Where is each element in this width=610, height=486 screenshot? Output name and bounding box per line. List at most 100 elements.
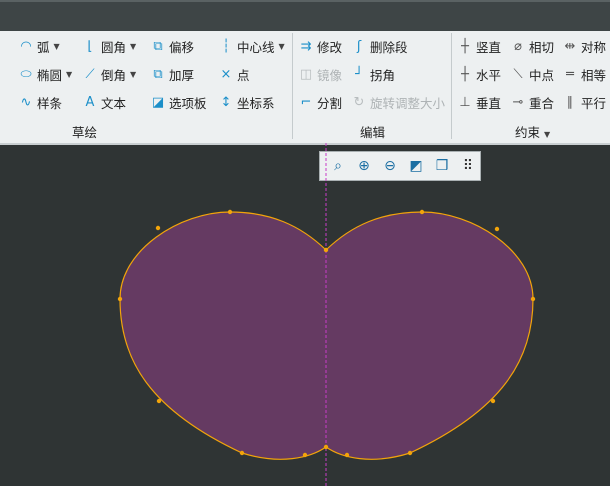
mirror-icon: ◫ (299, 66, 313, 82)
group-label-sketch: 草绘 (72, 125, 98, 140)
tool-parallel[interactable]: ∥ 平行 (562, 92, 606, 112)
tool-tangent[interactable]: ⌀ 相切 (510, 36, 554, 56)
tool-vertical[interactable]: ┼ 竖直 (457, 36, 501, 56)
spline-point[interactable] (323, 247, 329, 253)
tool-equal[interactable]: ═ 相等 (562, 64, 606, 84)
point-icon: × (220, 66, 232, 82)
tool-thicken[interactable]: ⧉ 加厚 (150, 64, 194, 84)
tool-label: 相切 (529, 39, 555, 55)
tool-arc[interactable]: ◠ 弧 ▼ (18, 36, 60, 56)
dropdown-arrow-icon[interactable]: ▼ (130, 42, 136, 51)
coordinate-system-icon: ↕ (220, 94, 232, 110)
tangent-icon: ⌀ (514, 38, 522, 54)
tool-label: 拐角 (370, 67, 396, 83)
group-divider (451, 33, 452, 139)
tool-label: 平行 (581, 95, 607, 111)
tool-perpendicular[interactable]: ⊥ 垂直 (457, 92, 501, 112)
tool-symmetric[interactable]: ⇹ 对称 (562, 36, 606, 56)
thicken-icon: ⧉ (153, 66, 163, 82)
arc-icon: ◠ (20, 38, 32, 54)
tool-coordinate-system[interactable]: ↕ 坐标系 (218, 92, 275, 112)
sketch-canvas[interactable] (0, 143, 610, 486)
tool-label: 文本 (101, 95, 127, 111)
spline-point[interactable] (117, 296, 123, 302)
tool-point[interactable]: × 点 (218, 64, 250, 84)
tool-midpoint[interactable]: ⟍ 中点 (510, 64, 554, 84)
perpendicular-icon: ⊥ (459, 94, 471, 110)
tool-label: 中点 (529, 67, 555, 83)
tool-label: 弧 (37, 39, 50, 55)
tool-spline[interactable]: ∿ 样条 (18, 92, 62, 112)
divide-icon: ⌐ (300, 94, 312, 110)
spline-point[interactable] (323, 444, 329, 450)
tool-rotate-resize[interactable]: ↻ 旋转调整大小 (351, 92, 445, 112)
tool-label: 椭圆 (37, 67, 63, 83)
tool-label: 点 (237, 67, 250, 83)
tool-label: 偏移 (169, 39, 195, 55)
tool-horizontal[interactable]: ┼ 水平 (457, 64, 501, 84)
spline-point[interactable] (302, 452, 308, 458)
symmetric-icon: ⇹ (564, 38, 576, 54)
tool-label: 删除段 (370, 39, 408, 55)
tool-label: 选项板 (169, 95, 207, 111)
fillet-icon: ⌊ (87, 38, 93, 54)
tool-offset[interactable]: ⧉ 偏移 (150, 36, 194, 56)
tool-coincident[interactable]: ⊸ 重合 (510, 92, 554, 112)
tool-label: 对称 (581, 39, 607, 55)
tool-label: 加厚 (169, 67, 195, 83)
tool-label: 倒角 (101, 67, 127, 83)
ellipse-icon: ⬭ (20, 66, 32, 82)
ribbon: ◠ 弧 ▼ ⌊ 圆角 ▼ ⧉ 偏移 ┆ 中心线 ▼ ⬭ 椭圆 ▼ ⟋ 倒角 ▼ ⧉ 加厚 × 点 ∿ 样条 A 文本 ◪ 选项板 ↕ 坐… (0, 31, 610, 145)
tool-centerline[interactable]: ┆ 中心线 ▼ (218, 36, 285, 56)
spline-point[interactable] (419, 209, 425, 215)
tool-chamfer[interactable]: ⟋ 倒角 ▼ (82, 64, 136, 84)
spline-point[interactable] (494, 226, 500, 232)
spline-point[interactable] (344, 452, 350, 458)
dropdown-arrow-icon[interactable]: ▼ (54, 42, 60, 51)
spline-point[interactable] (156, 398, 162, 404)
tool-label: 分割 (317, 95, 343, 111)
tool-fillet[interactable]: ⌊ 圆角 ▼ (82, 36, 136, 56)
tool-divide[interactable]: ⌐ 分割 (298, 92, 342, 112)
spline-icon: ∿ (20, 94, 32, 110)
tool-label: 样条 (37, 95, 63, 111)
spline-point[interactable] (490, 398, 496, 404)
dropdown-arrow-icon[interactable]: ▼ (279, 42, 285, 51)
parallel-icon: ∥ (566, 94, 574, 110)
tool-label: 旋转调整大小 (370, 95, 446, 111)
title-bar (0, 0, 610, 31)
constrain-label: 约束 (515, 125, 541, 140)
delete-segment-icon: ʃ (356, 38, 362, 54)
tool-mirror[interactable]: ◫ 镜像 (298, 64, 342, 84)
dropdown-arrow-icon[interactable]: ▼ (66, 70, 72, 79)
vertical-icon: ┼ (461, 38, 469, 54)
group-label-constrain[interactable]: 约束 ▼ (515, 122, 550, 141)
tool-corner[interactable]: ┘ 拐角 (351, 64, 395, 84)
equal-icon: ═ (566, 66, 574, 82)
chamfer-icon: ⟋ (85, 66, 95, 82)
tool-label: 水平 (476, 67, 502, 83)
tool-label: 坐标系 (237, 95, 275, 111)
dropdown-arrow-icon[interactable]: ▼ (130, 70, 136, 79)
palette-icon: ◪ (151, 94, 165, 110)
centerline-icon: ┆ (222, 38, 230, 54)
spline-point[interactable] (155, 225, 161, 231)
tool-modify[interactable]: ⇉ 修改 (298, 36, 342, 56)
tool-label: 垂直 (476, 95, 502, 111)
tool-label: 圆角 (101, 39, 127, 55)
tool-ellipse[interactable]: ⬭ 椭圆 ▼ (18, 64, 72, 84)
group-divider (292, 33, 293, 139)
text-icon: A (85, 94, 95, 110)
coincident-icon: ⊸ (512, 94, 524, 110)
tool-delete-segment[interactable]: ʃ 删除段 (351, 36, 408, 56)
tool-text[interactable]: A 文本 (82, 92, 126, 112)
tool-palette[interactable]: ◪ 选项板 (150, 92, 207, 112)
spline-point[interactable] (407, 450, 413, 456)
spline-point[interactable] (530, 296, 536, 302)
rotate-resize-icon: ↻ (353, 94, 365, 110)
spline-point[interactable] (227, 209, 233, 215)
tool-label: 相等 (581, 67, 607, 83)
spline-point[interactable] (239, 450, 245, 456)
corner-icon: ┘ (355, 66, 363, 82)
group-label-edit: 编辑 (360, 125, 386, 140)
